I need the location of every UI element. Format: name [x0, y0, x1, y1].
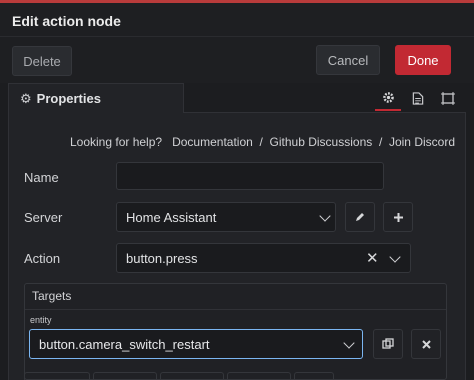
name-input[interactable] — [116, 162, 384, 190]
targets-tab-strip — [24, 368, 446, 380]
title-bar: Edit action node — [0, 3, 474, 37]
targets-divider — [25, 309, 446, 310]
close-icon — [421, 339, 431, 349]
target-tab[interactable] — [160, 372, 224, 380]
remove-entity-button[interactable] — [411, 329, 441, 359]
chevron-down-icon — [319, 210, 331, 222]
chevron-down-icon — [343, 337, 355, 349]
tab-properties-label: Properties — [36, 91, 101, 106]
copy-icon — [382, 338, 394, 349]
action-value: button.press — [126, 251, 198, 266]
documentation-link[interactable]: Documentation — [172, 135, 253, 149]
entity-select[interactable]: button.camera_switch_restart — [29, 329, 363, 359]
target-tab[interactable] — [24, 372, 90, 380]
clear-action-icon[interactable]: ✕ — [366, 249, 379, 267]
pencil-icon — [356, 213, 364, 221]
server-label: Server — [24, 210, 63, 225]
gear-icon: ⚙ — [20, 90, 32, 106]
settings-tab-gear-icon[interactable] — [375, 85, 401, 111]
plus-icon — [393, 212, 403, 222]
tab-properties[interactable]: ⚙ Properties — [8, 83, 184, 113]
action-combobox[interactable]: button.press ✕ — [116, 243, 411, 273]
target-tab[interactable] — [93, 372, 157, 380]
server-value: Home Assistant — [126, 210, 217, 225]
cancel-button[interactable]: Cancel — [316, 45, 380, 75]
tab-bar: ⚙ Properties — [8, 83, 466, 113]
frame-icon[interactable] — [435, 85, 461, 111]
copy-entity-button[interactable] — [373, 329, 403, 359]
github-discussions-link[interactable]: Github Discussions — [270, 135, 373, 149]
chevron-down-icon[interactable] — [389, 251, 401, 263]
targets-label: Targets — [32, 289, 72, 303]
dialog-toolbar: Delete Cancel Done — [0, 37, 474, 83]
join-discord-link[interactable]: Join Discord — [389, 135, 455, 149]
properties-panel: Looking for help? Documentation / Github… — [8, 113, 466, 380]
entity-label: entity — [30, 315, 52, 325]
help-prefix: Looking for help? — [69, 135, 163, 149]
targets-section: Targets entity button.camera_switch_rest… — [24, 283, 447, 380]
dialog-title: Edit action node — [12, 13, 121, 29]
document-icon[interactable] — [405, 85, 431, 111]
done-button[interactable]: Done — [395, 45, 451, 75]
edit-server-button[interactable] — [345, 202, 375, 232]
target-tab[interactable] — [294, 372, 334, 380]
action-label: Action — [24, 251, 61, 266]
name-label: Name — [24, 170, 59, 185]
delete-button[interactable]: Delete — [12, 46, 72, 76]
add-server-button[interactable] — [383, 202, 413, 232]
server-select[interactable]: Home Assistant — [116, 202, 336, 232]
target-tab[interactable] — [227, 372, 291, 380]
help-links-row: Looking for help? Documentation / Github… — [9, 135, 455, 149]
entity-value: button.camera_switch_restart — [39, 337, 210, 352]
